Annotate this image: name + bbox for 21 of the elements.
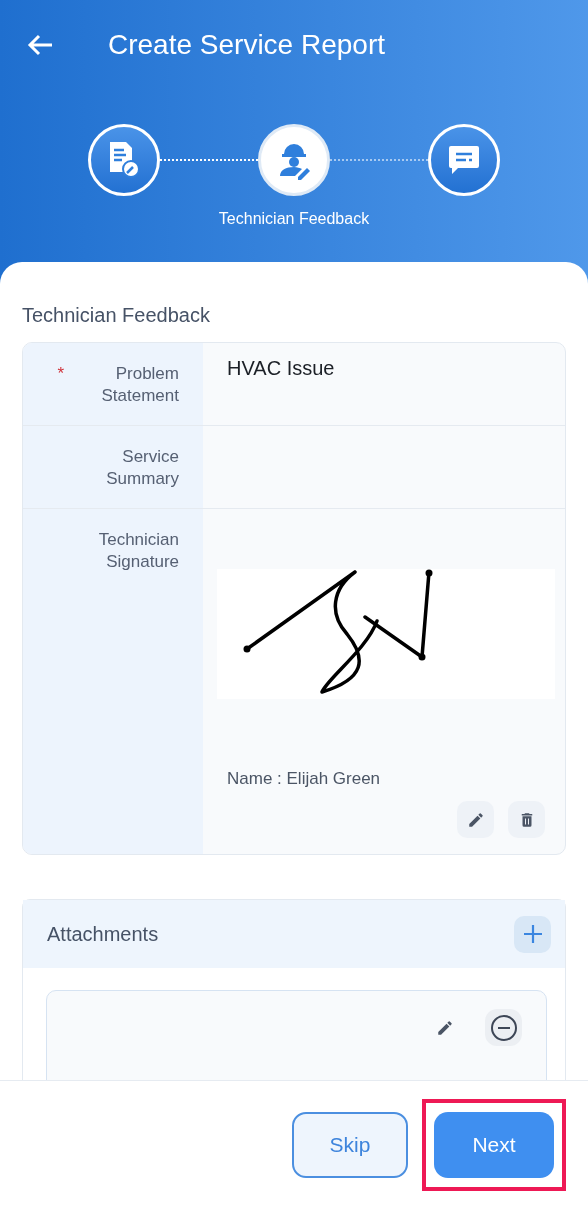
minus-circle-icon [489, 1013, 518, 1042]
pencil-icon [466, 810, 485, 829]
attachments-title: Attachments [47, 922, 159, 946]
field-label: Technician Signature [97, 529, 179, 573]
step-label: Technician Feedback [218, 210, 370, 228]
field-label: Service Summary [105, 446, 179, 490]
remove-button[interactable] [485, 1009, 522, 1046]
next-button[interactable]: Next [434, 1112, 554, 1178]
add-button[interactable] [514, 915, 551, 953]
page-title: Create Service Report [108, 29, 385, 61]
section-title: Technician Feedback [22, 304, 211, 327]
field-label: Problem Statement [100, 363, 179, 407]
plus-icon [521, 923, 544, 945]
skip-button[interactable]: Skip [292, 1112, 408, 1178]
delete-button[interactable] [508, 801, 545, 838]
required-mark: * [57, 363, 64, 385]
field-value[interactable]: HVAC Issue [227, 357, 335, 380]
edit-button[interactable] [457, 801, 494, 838]
signer-name: Name : Elijah Green [227, 769, 382, 789]
back-arrow-icon[interactable] [26, 33, 54, 57]
pencil-icon [436, 1018, 454, 1037]
